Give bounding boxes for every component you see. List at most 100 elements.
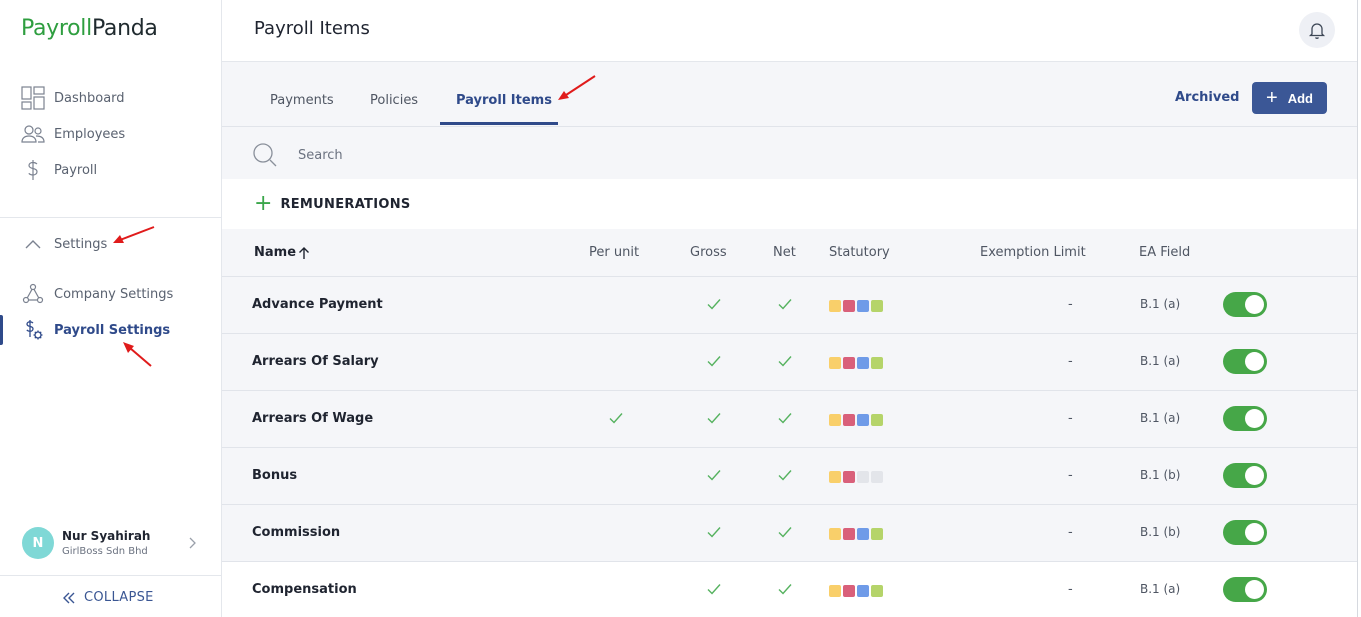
enable-toggle[interactable] xyxy=(1223,463,1267,488)
plus-icon: + xyxy=(254,191,273,216)
statutory-indicators xyxy=(829,414,883,426)
enable-toggle[interactable] xyxy=(1223,520,1267,545)
enable-toggle[interactable] xyxy=(1223,577,1267,602)
archived-link[interactable]: Archived xyxy=(1175,90,1240,105)
column-header-gross: Gross xyxy=(690,245,727,260)
net-check-icon xyxy=(777,353,793,369)
sidebar: PayrollPanda Dashboard Employees Payroll xyxy=(0,0,222,617)
collapse-button[interactable]: COLLAPSE xyxy=(62,590,154,605)
sidebar-item-dashboard[interactable]: Dashboard xyxy=(20,84,125,112)
gross-check-icon xyxy=(706,524,722,540)
row-name: Arrears Of Salary xyxy=(252,354,379,369)
toggle-knob xyxy=(1245,352,1264,371)
table-row[interactable]: Commission - B.1 (b) xyxy=(222,505,1358,562)
add-button[interactable]: + Add xyxy=(1252,82,1327,114)
sidebar-item-company-settings[interactable]: Company Settings xyxy=(20,280,173,308)
sidebar-item-settings[interactable]: Settings xyxy=(20,230,107,258)
statutory-swatch xyxy=(871,357,883,369)
main-content: Payments Policies Payroll Items Archived… xyxy=(222,62,1361,617)
active-indicator xyxy=(0,315,3,345)
gross-check-icon xyxy=(706,410,722,426)
search-input[interactable]: Search xyxy=(298,148,343,163)
net-check-icon xyxy=(777,410,793,426)
row-name: Advance Payment xyxy=(252,297,383,312)
tab-policies[interactable]: Policies xyxy=(370,93,418,108)
ea-field: B.1 (b) xyxy=(1140,525,1181,539)
exemption-limit: - xyxy=(1068,411,1073,426)
plus-icon: + xyxy=(1266,87,1278,109)
row-name: Compensation xyxy=(252,582,357,597)
statutory-swatch xyxy=(857,471,869,483)
statutory-swatch xyxy=(829,585,841,597)
row-name: Bonus xyxy=(252,468,298,483)
scrollbar[interactable] xyxy=(1357,0,1361,617)
double-chevron-left-icon xyxy=(62,591,76,605)
table-row[interactable]: Compensation - B.1 (a) xyxy=(222,562,1358,617)
toggle-knob xyxy=(1245,523,1264,542)
chevron-up-icon xyxy=(20,231,46,257)
exemption-limit: - xyxy=(1068,468,1073,483)
statutory-indicators xyxy=(829,528,883,540)
statutory-indicators xyxy=(829,300,883,312)
ea-field: B.1 (a) xyxy=(1140,411,1181,425)
tab-payments[interactable]: Payments xyxy=(270,93,334,108)
column-header-statutory: Statutory xyxy=(829,245,890,260)
user-name: Nur Syahirah xyxy=(62,529,151,543)
statutory-swatch xyxy=(857,300,869,312)
user-company: GirlBoss Sdn Bhd xyxy=(62,546,148,557)
table-row[interactable]: Arrears Of Wage - B.1 (a) xyxy=(222,391,1358,448)
search-bar[interactable]: Search xyxy=(252,142,343,168)
employees-icon xyxy=(20,121,46,147)
statutory-swatch xyxy=(871,528,883,540)
enable-toggle[interactable] xyxy=(1223,349,1267,374)
ea-field: B.1 (a) xyxy=(1140,297,1181,311)
search-icon xyxy=(252,142,278,168)
sidebar-item-employees[interactable]: Employees xyxy=(20,120,125,148)
statutory-swatch xyxy=(843,585,855,597)
tab-bar: Payments Policies Payroll Items Archived… xyxy=(222,62,1358,127)
arrow-up-icon xyxy=(298,246,310,260)
sidebar-item-label: Dashboard xyxy=(54,90,125,106)
column-header-ea-field: EA Field xyxy=(1139,245,1191,260)
avatar: N xyxy=(22,527,54,559)
company-settings-icon xyxy=(20,281,46,307)
statutory-swatch xyxy=(843,471,855,483)
table-row[interactable]: Bonus - B.1 (b) xyxy=(222,448,1358,505)
dollar-icon xyxy=(20,157,46,183)
bell-icon xyxy=(1307,20,1327,40)
statutory-swatch xyxy=(829,528,841,540)
toggle-knob xyxy=(1245,409,1264,428)
exemption-limit: - xyxy=(1068,297,1073,312)
per-unit-check-icon xyxy=(608,410,624,426)
statutory-swatch xyxy=(871,471,883,483)
table-row[interactable]: Advance Payment - B.1 (a) xyxy=(222,277,1358,334)
statutory-swatch xyxy=(829,471,841,483)
notifications-button[interactable] xyxy=(1299,12,1335,48)
gross-check-icon xyxy=(706,296,722,312)
column-header-name[interactable]: Name xyxy=(254,245,310,260)
table-row[interactable]: Arrears Of Salary - B.1 (a) xyxy=(222,334,1358,391)
statutory-swatch xyxy=(843,414,855,426)
statutory-swatch xyxy=(871,300,883,312)
annotation-arrow xyxy=(113,226,155,243)
exemption-limit: - xyxy=(1068,525,1073,540)
statutory-swatch xyxy=(843,357,855,369)
net-check-icon xyxy=(777,467,793,483)
toggle-knob xyxy=(1245,580,1264,599)
remunerations-section-header[interactable]: + REMUNERATIONS xyxy=(222,179,1358,229)
app-logo[interactable]: PayrollPanda xyxy=(21,16,158,41)
statutory-swatch xyxy=(843,300,855,312)
sidebar-item-label: Company Settings xyxy=(54,286,174,302)
sidebar-item-label: Employees xyxy=(54,126,126,142)
sidebar-item-label: Payroll Settings xyxy=(54,322,171,338)
row-name: Commission xyxy=(252,525,341,540)
tab-payroll-items[interactable]: Payroll Items xyxy=(456,93,552,108)
section-label: REMUNERATIONS xyxy=(280,196,411,212)
sidebar-divider xyxy=(0,217,221,218)
sidebar-item-payroll[interactable]: Payroll xyxy=(20,156,97,184)
enable-toggle[interactable] xyxy=(1223,406,1267,431)
statutory-swatch xyxy=(857,585,869,597)
enable-toggle[interactable] xyxy=(1223,292,1267,317)
user-profile[interactable]: N Nur Syahirah GirlBoss Sdn Bhd xyxy=(22,527,202,559)
row-name: Arrears Of Wage xyxy=(252,411,374,426)
